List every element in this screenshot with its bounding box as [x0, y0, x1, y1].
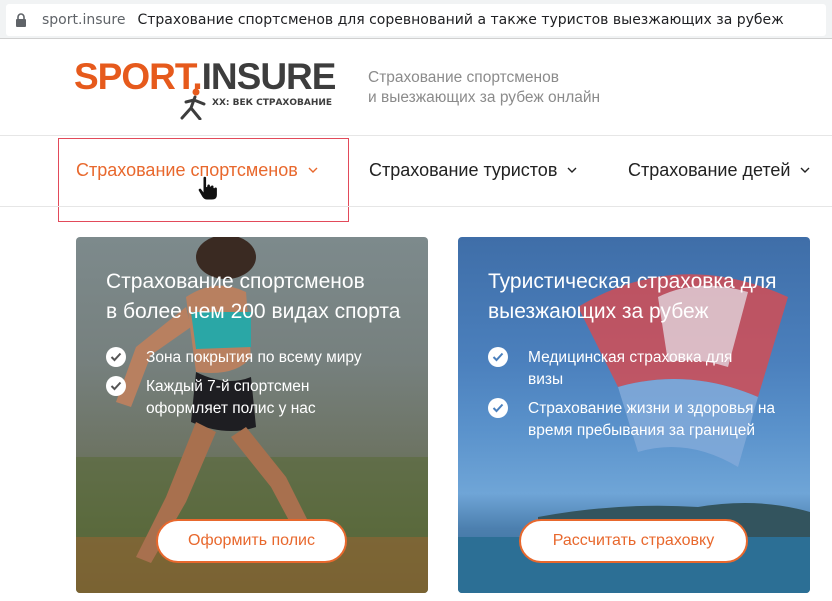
tagline-line-2: и выезжающих за рубеж онлайн [368, 89, 601, 106]
card-title-line: Туристическая страховка для [488, 270, 777, 293]
url-host[interactable]: sport.insure [42, 12, 125, 28]
tagline-line-1: Страхование спортсменов [368, 69, 559, 86]
logo-sport-text: SPORT [74, 56, 193, 97]
list-item: Зона покрытия по всему миру [106, 347, 406, 369]
list-item-text: Зона покрытия по всему миру [146, 349, 362, 366]
calculate-insurance-button[interactable]: Рассчитать страховку [519, 519, 748, 563]
site-tagline: Страхование спортсменов и выезжающих за … [368, 68, 600, 108]
logo-subtitle: XX: ВЕК СТРАХОВАНИЕ [212, 98, 333, 108]
feature-list: Зона покрытия по всему миру Каждый 7-й с… [106, 347, 406, 427]
checkmark-icon [488, 347, 508, 367]
card-title-line: Страхование спортсменов [106, 270, 365, 293]
runner-logo-icon [180, 88, 206, 120]
nav-item-label: Страхование детей [628, 160, 791, 180]
card-title: Туристическая страховка для выезжающих з… [488, 267, 798, 327]
list-item-text: Страхование жизни и здоровья на время пр… [528, 400, 776, 439]
list-item: Медицинская страховка для визы [488, 347, 788, 391]
athlete-insurance-card: Страхование спортсменов в более чем 200 … [76, 237, 428, 593]
get-policy-button[interactable]: Оформить полис [156, 519, 347, 563]
nav-item-children-insurance[interactable]: Страхование детей [628, 160, 810, 181]
browser-address-bar: sport.insure Страхование спортсменов для… [0, 0, 832, 39]
hand-cursor-icon [197, 176, 218, 201]
checkmark-icon [488, 398, 508, 418]
nav-item-label: Страхование туристов [369, 160, 558, 180]
header-divider [0, 135, 832, 136]
feature-list: Медицинская страховка для визы Страхован… [488, 347, 788, 449]
list-item-text: Медицинская страховка для визы [528, 349, 733, 388]
chevron-down-icon [800, 167, 810, 173]
checkmark-icon [106, 376, 126, 396]
card-title: Страхование спортсменов в более чем 200 … [106, 267, 416, 327]
lock-icon[interactable] [6, 4, 36, 36]
list-item-text: Каждый 7-й спортсмен оформляет полис у н… [146, 378, 316, 417]
checkmark-icon [106, 347, 126, 367]
page-title-text: Страхование спортсменов для соревнований… [137, 12, 784, 28]
list-item: Страхование жизни и здоровья на время пр… [488, 398, 788, 442]
tourist-insurance-card: Туристическая страховка для выезжающих з… [458, 237, 810, 593]
nav-item-tourist-insurance[interactable]: Страхование туристов [369, 160, 577, 181]
list-item: Каждый 7-й спортсмен оформляет полис у н… [106, 376, 406, 420]
card-title-line: выезжающих за рубеж [488, 300, 709, 323]
chevron-down-icon [567, 167, 577, 173]
url-field[interactable]: sport.insure Страхование спортсменов для… [6, 4, 826, 36]
nav-divider [0, 206, 832, 207]
site-logo[interactable]: SPORT.INSURE XX: ВЕК СТРАХОВАНИЕ [74, 54, 337, 120]
card-title-line: в более чем 200 видах спорта [106, 300, 401, 323]
logo-insure-text: INSURE [201, 56, 337, 97]
